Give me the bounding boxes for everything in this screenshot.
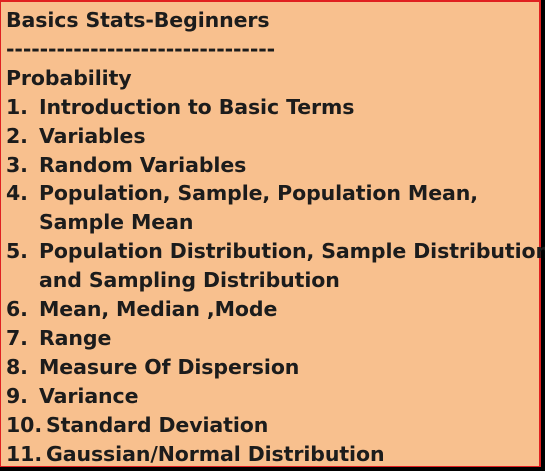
- list-item: 3. Random Variables: [6, 151, 535, 180]
- list-item-text: Gaussian/Normal Distribution: [46, 440, 535, 469]
- slide-panel: Basics Stats-Beginners -----------------…: [0, 0, 545, 469]
- list-item-number: 7.: [6, 325, 28, 350]
- list-item-line: Variance: [39, 383, 139, 408]
- list-item-number: 9.: [6, 383, 28, 408]
- list-item: 9. Variance: [6, 382, 535, 411]
- list-item-text: Range: [39, 324, 535, 353]
- list-item-number: 1.: [6, 94, 28, 119]
- list-item-line: Measure Of Dispersion: [39, 354, 300, 379]
- list-item-number: 3.: [6, 152, 28, 177]
- list-item-number: 6.: [6, 297, 28, 322]
- list-item-line: Introduction to Basic Terms: [39, 94, 355, 119]
- list-item: 2. Variables: [6, 122, 535, 151]
- list-item: 5. Population Distribution, Sample Distr…: [6, 237, 545, 295]
- list-item-text: Variables: [39, 122, 535, 151]
- list-item-text: Introduction to Basic Terms: [39, 93, 535, 122]
- list-item-text: Mean, Median ,Mode: [39, 295, 535, 324]
- list-item-number: 5.: [6, 239, 28, 264]
- list-item-text: Population Distribution, Sample Distribu…: [39, 237, 545, 295]
- list-item-line: Range: [39, 325, 112, 350]
- list-item-text: Measure Of Dispersion: [39, 353, 535, 382]
- section-heading: Probability: [6, 65, 132, 90]
- title-divider: --------------------------------: [6, 36, 276, 61]
- list-item: 6. Mean, Median ,Mode: [6, 295, 535, 324]
- list-item-number: 2.: [6, 123, 28, 148]
- list-item-line: Population, Sample, Population Mean,: [39, 181, 478, 206]
- slide-title: Basics Stats-Beginners: [6, 8, 270, 32]
- list-item: 8. Measure Of Dispersion: [6, 353, 535, 382]
- list-item-text: Random Variables: [39, 151, 535, 180]
- list-item: 10. Standard Deviation: [6, 411, 535, 440]
- list-item-number: 10.: [6, 412, 43, 437]
- list-item-number: 11.: [6, 441, 43, 466]
- list-item-line: Sample Mean: [39, 210, 194, 235]
- list-item: 1. Introduction to Basic Terms: [6, 93, 535, 122]
- list-item-text: Variance: [39, 382, 535, 411]
- slide-content: Basics Stats-Beginners -----------------…: [6, 6, 545, 469]
- list-item-number: 8.: [6, 354, 28, 379]
- list-item: 4. Population, Sample, Population Mean, …: [6, 179, 535, 237]
- list-item: 7. Range: [6, 324, 535, 353]
- list-item-line: Variables: [39, 123, 146, 148]
- list-item: 11. Gaussian/Normal Distribution: [6, 440, 535, 469]
- list-item-line: and Sampling Distribution: [39, 268, 340, 293]
- list-item-line: Mean, Median ,Mode: [39, 297, 278, 322]
- list-item-line: Gaussian/Normal Distribution: [46, 441, 385, 466]
- list-item-number: 4.: [6, 181, 28, 206]
- list-item-line: Standard Deviation: [46, 412, 269, 437]
- list-item-line: Random Variables: [39, 152, 247, 177]
- list-item-text: Population, Sample, Population Mean, Sam…: [39, 179, 535, 237]
- list-item-text: Standard Deviation: [46, 411, 535, 440]
- list-item-line: Population Distribution, Sample Distribu…: [39, 239, 545, 264]
